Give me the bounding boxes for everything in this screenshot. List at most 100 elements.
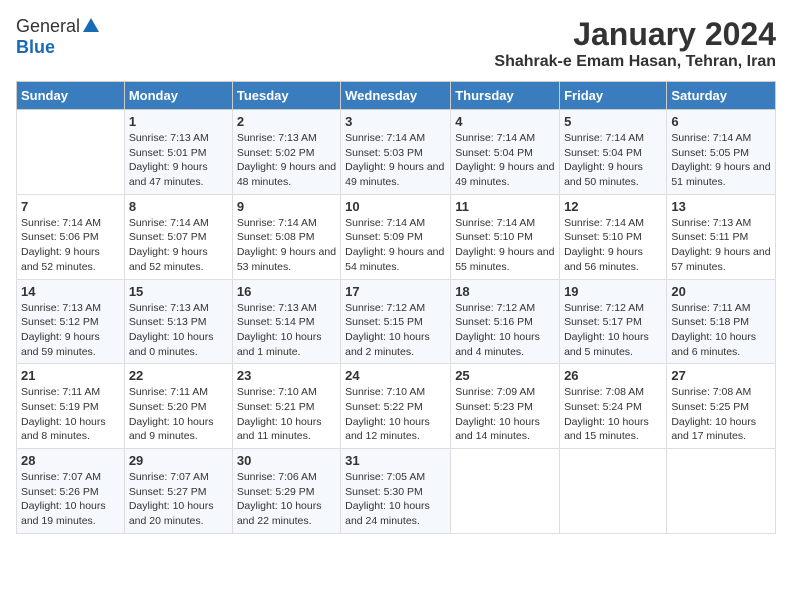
day-info-7: Sunrise: 7:14 AMSunset: 5:06 PMDaylight:… bbox=[21, 216, 120, 275]
day-info-10: Sunrise: 7:14 AMSunset: 5:09 PMDaylight:… bbox=[345, 216, 446, 275]
day-number-26: 26 bbox=[564, 368, 662, 383]
cell-0-1: 1 Sunrise: 7:13 AMSunset: 5:01 PMDaylight… bbox=[124, 110, 232, 195]
day-info-6: Sunrise: 7:14 AMSunset: 5:05 PMDaylight:… bbox=[671, 131, 771, 190]
day-info-25: Sunrise: 7:09 AMSunset: 5:23 PMDaylight:… bbox=[455, 385, 555, 444]
cell-0-4: 4 Sunrise: 7:14 AMSunset: 5:04 PMDaylight… bbox=[451, 110, 560, 195]
cell-4-0: 28 Sunrise: 7:07 AMSunset: 5:26 PMDayligh… bbox=[17, 449, 125, 534]
day-info-9: Sunrise: 7:14 AMSunset: 5:08 PMDaylight:… bbox=[237, 216, 336, 275]
day-number-29: 29 bbox=[129, 453, 228, 468]
cell-1-3: 10 Sunrise: 7:14 AMSunset: 5:09 PMDayligh… bbox=[341, 194, 451, 279]
header: General Blue January 2024 Shahrak-e Emam… bbox=[16, 16, 776, 71]
cell-2-6: 20Sunrise: 7:11 AMSunset: 5:18 PMDayligh… bbox=[667, 279, 776, 364]
day-number-21: 21 bbox=[21, 368, 120, 383]
cell-0-2: 2Sunrise: 7:13 AMSunset: 5:02 PMDaylight… bbox=[232, 110, 340, 195]
day-number-19: 19 bbox=[564, 284, 662, 299]
day-number-13: 13 bbox=[671, 199, 771, 214]
day-number-12: 12 bbox=[564, 199, 662, 214]
cell-4-3: 31 Sunrise: 7:05 AMSunset: 5:30 PMDayligh… bbox=[341, 449, 451, 534]
week-row-2: 14 Sunrise: 7:13 AMSunset: 5:12 PMDayligh… bbox=[17, 279, 776, 364]
day-info-5: Sunrise: 7:14 AMSunset: 5:04 PMDaylight:… bbox=[564, 131, 662, 190]
day-number-31: 31 bbox=[345, 453, 446, 468]
calendar-table: Sunday Monday Tuesday Wednesday Thursday… bbox=[16, 81, 776, 534]
day-number-24: 24 bbox=[345, 368, 446, 383]
cell-1-2: 9 Sunrise: 7:14 AMSunset: 5:08 PMDaylight… bbox=[232, 194, 340, 279]
cell-0-6: 6 Sunrise: 7:14 AMSunset: 5:05 PMDaylight… bbox=[667, 110, 776, 195]
day-number-17: 17 bbox=[345, 284, 446, 299]
header-tuesday: Tuesday bbox=[232, 82, 340, 110]
day-number-11: 11 bbox=[455, 199, 555, 214]
header-row: Sunday Monday Tuesday Wednesday Thursday… bbox=[17, 82, 776, 110]
cell-4-5 bbox=[560, 449, 667, 534]
day-info-4: Sunrise: 7:14 AMSunset: 5:04 PMDaylight:… bbox=[455, 131, 555, 190]
day-number-18: 18 bbox=[455, 284, 555, 299]
cell-2-2: 16Sunrise: 7:13 AMSunset: 5:14 PMDayligh… bbox=[232, 279, 340, 364]
day-number-23: 23 bbox=[237, 368, 336, 383]
day-number-14: 14 bbox=[21, 284, 120, 299]
day-info-21: Sunrise: 7:11 AMSunset: 5:19 PMDaylight:… bbox=[21, 385, 120, 444]
title-section: January 2024 Shahrak-e Emam Hasan, Tehra… bbox=[494, 16, 776, 71]
location-subtitle: Shahrak-e Emam Hasan, Tehran, Iran bbox=[494, 53, 776, 71]
cell-1-6: 13Sunrise: 7:13 AMSunset: 5:11 PMDayligh… bbox=[667, 194, 776, 279]
cell-1-5: 12 Sunrise: 7:14 AMSunset: 5:10 PMDayligh… bbox=[560, 194, 667, 279]
day-info-28: Sunrise: 7:07 AMSunset: 5:26 PMDaylight:… bbox=[21, 470, 120, 529]
day-info-22: Sunrise: 7:11 AMSunset: 5:20 PMDaylight:… bbox=[129, 385, 228, 444]
cell-2-3: 17Sunrise: 7:12 AMSunset: 5:15 PMDayligh… bbox=[341, 279, 451, 364]
day-number-9: 9 bbox=[237, 199, 336, 214]
day-info-8: Sunrise: 7:14 AMSunset: 5:07 PMDaylight:… bbox=[129, 216, 228, 275]
cell-3-0: 21 Sunrise: 7:11 AMSunset: 5:19 PMDayligh… bbox=[17, 364, 125, 449]
day-info-2: Sunrise: 7:13 AMSunset: 5:02 PMDaylight:… bbox=[237, 131, 336, 190]
cell-3-2: 23 Sunrise: 7:10 AMSunset: 5:21 PMDayligh… bbox=[232, 364, 340, 449]
week-row-3: 21 Sunrise: 7:11 AMSunset: 5:19 PMDayligh… bbox=[17, 364, 776, 449]
day-number-28: 28 bbox=[21, 453, 120, 468]
cell-3-5: 26 Sunrise: 7:08 AMSunset: 5:24 PMDayligh… bbox=[560, 364, 667, 449]
cell-3-6: 27 Sunrise: 7:08 AMSunset: 5:25 PMDayligh… bbox=[667, 364, 776, 449]
day-number-15: 15 bbox=[129, 284, 228, 299]
cell-3-3: 24 Sunrise: 7:10 AMSunset: 5:22 PMDayligh… bbox=[341, 364, 451, 449]
day-number-8: 8 bbox=[129, 199, 228, 214]
cell-2-5: 19 Sunrise: 7:12 AMSunset: 5:17 PMDayligh… bbox=[560, 279, 667, 364]
day-info-18: Sunrise: 7:12 AMSunset: 5:16 PMDaylight:… bbox=[455, 301, 555, 360]
day-number-5: 5 bbox=[564, 114, 662, 129]
cell-1-1: 8 Sunrise: 7:14 AMSunset: 5:07 PMDaylight… bbox=[124, 194, 232, 279]
week-row-4: 28 Sunrise: 7:07 AMSunset: 5:26 PMDayligh… bbox=[17, 449, 776, 534]
day-info-20: Sunrise: 7:11 AMSunset: 5:18 PMDaylight:… bbox=[671, 301, 771, 360]
cell-3-4: 25 Sunrise: 7:09 AMSunset: 5:23 PMDayligh… bbox=[451, 364, 560, 449]
calendar-header: Sunday Monday Tuesday Wednesday Thursday… bbox=[17, 82, 776, 110]
calendar-body: 1 Sunrise: 7:13 AMSunset: 5:01 PMDaylight… bbox=[17, 110, 776, 534]
day-info-23: Sunrise: 7:10 AMSunset: 5:21 PMDaylight:… bbox=[237, 385, 336, 444]
day-info-16: Sunrise: 7:13 AMSunset: 5:14 PMDaylight:… bbox=[237, 301, 336, 360]
day-info-15: Sunrise: 7:13 AMSunset: 5:13 PMDaylight:… bbox=[129, 301, 228, 360]
cell-4-1: 29 Sunrise: 7:07 AMSunset: 5:27 PMDayligh… bbox=[124, 449, 232, 534]
header-saturday: Saturday bbox=[667, 82, 776, 110]
day-info-26: Sunrise: 7:08 AMSunset: 5:24 PMDaylight:… bbox=[564, 385, 662, 444]
day-number-25: 25 bbox=[455, 368, 555, 383]
day-info-11: Sunrise: 7:14 AMSunset: 5:10 PMDaylight:… bbox=[455, 216, 555, 275]
day-info-30: Sunrise: 7:06 AMSunset: 5:29 PMDaylight:… bbox=[237, 470, 336, 529]
day-number-6: 6 bbox=[671, 114, 771, 129]
day-info-29: Sunrise: 7:07 AMSunset: 5:27 PMDaylight:… bbox=[129, 470, 228, 529]
day-number-27: 27 bbox=[671, 368, 771, 383]
day-number-4: 4 bbox=[455, 114, 555, 129]
day-number-7: 7 bbox=[21, 199, 120, 214]
header-sunday: Sunday bbox=[17, 82, 125, 110]
header-monday: Monday bbox=[124, 82, 232, 110]
cell-1-4: 11 Sunrise: 7:14 AMSunset: 5:10 PMDayligh… bbox=[451, 194, 560, 279]
day-info-24: Sunrise: 7:10 AMSunset: 5:22 PMDaylight:… bbox=[345, 385, 446, 444]
day-number-30: 30 bbox=[237, 453, 336, 468]
month-title: January 2024 bbox=[494, 16, 776, 53]
day-number-22: 22 bbox=[129, 368, 228, 383]
day-number-10: 10 bbox=[345, 199, 446, 214]
logo-icon bbox=[82, 16, 100, 39]
day-info-14: Sunrise: 7:13 AMSunset: 5:12 PMDaylight:… bbox=[21, 301, 120, 360]
day-info-27: Sunrise: 7:08 AMSunset: 5:25 PMDaylight:… bbox=[671, 385, 771, 444]
day-info-19: Sunrise: 7:12 AMSunset: 5:17 PMDaylight:… bbox=[564, 301, 662, 360]
day-info-12: Sunrise: 7:14 AMSunset: 5:10 PMDaylight:… bbox=[564, 216, 662, 275]
cell-3-1: 22 Sunrise: 7:11 AMSunset: 5:20 PMDayligh… bbox=[124, 364, 232, 449]
cell-1-0: 7 Sunrise: 7:14 AMSunset: 5:06 PMDaylight… bbox=[17, 194, 125, 279]
day-info-1: Sunrise: 7:13 AMSunset: 5:01 PMDaylight:… bbox=[129, 131, 228, 190]
day-info-31: Sunrise: 7:05 AMSunset: 5:30 PMDaylight:… bbox=[345, 470, 446, 529]
day-number-1: 1 bbox=[129, 114, 228, 129]
header-wednesday: Wednesday bbox=[341, 82, 451, 110]
cell-0-5: 5 Sunrise: 7:14 AMSunset: 5:04 PMDaylight… bbox=[560, 110, 667, 195]
header-friday: Friday bbox=[560, 82, 667, 110]
